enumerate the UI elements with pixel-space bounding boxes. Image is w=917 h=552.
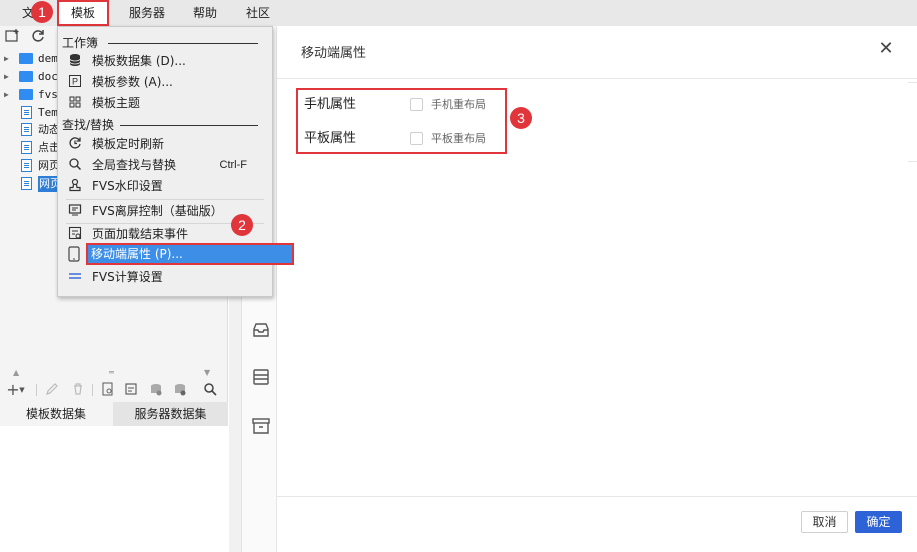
phone-relayout-label[interactable]: 手机重布局	[431, 98, 486, 112]
shortcut-label: Ctrl-F	[219, 159, 248, 171]
delete-icon[interactable]	[70, 382, 86, 398]
template-file-icon	[21, 159, 32, 172]
parameter-icon: P	[67, 74, 83, 90]
phone-properties-label: 手机属性	[304, 97, 357, 112]
db-gray-icon[interactable]	[148, 382, 164, 398]
refresh-clock-icon	[67, 136, 83, 152]
menu-item-template-dataset[interactable]: 模板数据集 (D)...	[59, 51, 271, 71]
template-file-icon	[21, 106, 32, 119]
divider	[277, 496, 917, 497]
tablet-relayout-checkbox[interactable]	[410, 132, 423, 145]
section-header-workbook: 工作簿	[62, 36, 99, 50]
expand-arrow-icon[interactable]: ▶	[4, 51, 9, 67]
tab-server-dataset[interactable]: 服务器数据集	[113, 402, 228, 426]
step-badge-3: 3	[510, 107, 532, 129]
folder-icon	[19, 89, 33, 100]
mobile-properties-group: 手机属性 手机重布局 平板属性 平板重布局	[296, 88, 507, 154]
menu-community[interactable]: 社区	[246, 0, 274, 26]
section-divider	[120, 125, 258, 126]
folder-icon	[19, 53, 33, 64]
svg-text:P: P	[72, 77, 78, 87]
menu-item-mobile-properties[interactable]: 移动端属性 (P)...	[86, 243, 294, 265]
collapse-up-icon[interactable]: ▲	[13, 368, 19, 377]
db-settings-icon[interactable]	[172, 382, 188, 398]
tablet-properties-label: 平板属性	[304, 131, 357, 146]
cancel-button[interactable]: 取消	[801, 511, 848, 533]
preview-icon[interactable]	[100, 382, 116, 398]
database-icon	[67, 53, 83, 69]
collapse-down-icon[interactable]: ▼	[204, 368, 210, 377]
new-folder-icon[interactable]	[5, 28, 21, 44]
tablet-icon	[67, 246, 83, 262]
event-icon	[67, 226, 83, 242]
menu-item-calc-settings[interactable]: FVS计算设置	[59, 267, 271, 287]
dataset-tabs: 模板数据集 服务器数据集	[0, 402, 228, 426]
offscreen-icon	[67, 203, 83, 219]
menu-item-template-theme[interactable]: 模板主题	[59, 93, 271, 113]
template-file-icon	[21, 123, 32, 136]
archive-icon[interactable]	[251, 416, 271, 436]
tab-template-dataset[interactable]: 模板数据集	[0, 402, 112, 426]
server-list-icon[interactable]	[251, 367, 271, 387]
menubar: 文 模板 服务器 帮助 社区	[0, 0, 917, 26]
menu-item-global-find-replace[interactable]: 全局查找与替换 Ctrl-F	[59, 155, 271, 175]
edit-icon[interactable]	[44, 382, 60, 398]
expand-arrow-icon[interactable]: ▶	[4, 69, 9, 85]
divider	[277, 78, 917, 79]
scroll-edge	[908, 82, 917, 162]
toolbar-divider	[92, 384, 93, 396]
step-badge-2: 2	[231, 214, 253, 236]
folder-icon	[19, 71, 33, 82]
toolbar-divider	[36, 384, 37, 396]
mobile-properties-dialog: 移动端属性 ✕ 手机属性 手机重布局 平板属性 平板重布局 取消 确定	[276, 26, 917, 552]
section-header-find-replace: 查找/替换	[62, 118, 115, 132]
calc-lines-icon	[67, 269, 83, 285]
menu-item-scheduled-refresh[interactable]: 模板定时刷新	[59, 134, 271, 154]
panel-splitter[interactable]: ▲ ═ ▼	[0, 366, 228, 378]
close-icon[interactable]: ✕	[877, 40, 895, 58]
search-icon[interactable]	[202, 382, 218, 398]
ok-button[interactable]: 确定	[855, 511, 902, 533]
menu-separator	[66, 199, 264, 200]
expand-arrow-icon[interactable]: ▶	[4, 87, 9, 103]
menu-item-watermark[interactable]: FVS水印设置	[59, 176, 271, 196]
menu-item-template-parameters[interactable]: P 模板参数 (A)...	[59, 72, 271, 92]
dataset-list	[0, 426, 228, 552]
theme-grid-icon	[67, 95, 83, 111]
step-badge-1: 1	[31, 1, 53, 23]
section-divider	[108, 43, 258, 44]
search-replace-icon	[67, 157, 83, 173]
template-file-icon	[21, 141, 32, 154]
menu-help[interactable]: 帮助	[193, 0, 221, 26]
menu-server[interactable]: 服务器	[129, 0, 169, 26]
dialog-title: 移动端属性	[301, 46, 367, 61]
menu-template[interactable]: 模板	[57, 0, 109, 26]
dataset-toolbar: + ▼	[0, 378, 228, 402]
template-menu-dropdown: 工作簿 模板数据集 (D)... P 模板参数 (A)... 模板主题 查找/替…	[57, 26, 294, 297]
tablet-relayout-label[interactable]: 平板重布局	[431, 132, 486, 146]
dropdown-arrow-icon[interactable]: ▼	[18, 382, 26, 398]
inbox-icon[interactable]	[251, 320, 271, 340]
splitter-grip-icon: ═	[109, 368, 114, 377]
dataset-edit-icon[interactable]	[124, 382, 140, 398]
template-file-icon	[21, 177, 32, 190]
phone-relayout-checkbox[interactable]	[410, 98, 423, 111]
refresh-icon[interactable]	[30, 28, 46, 44]
watermark-stamp-icon	[67, 178, 83, 194]
